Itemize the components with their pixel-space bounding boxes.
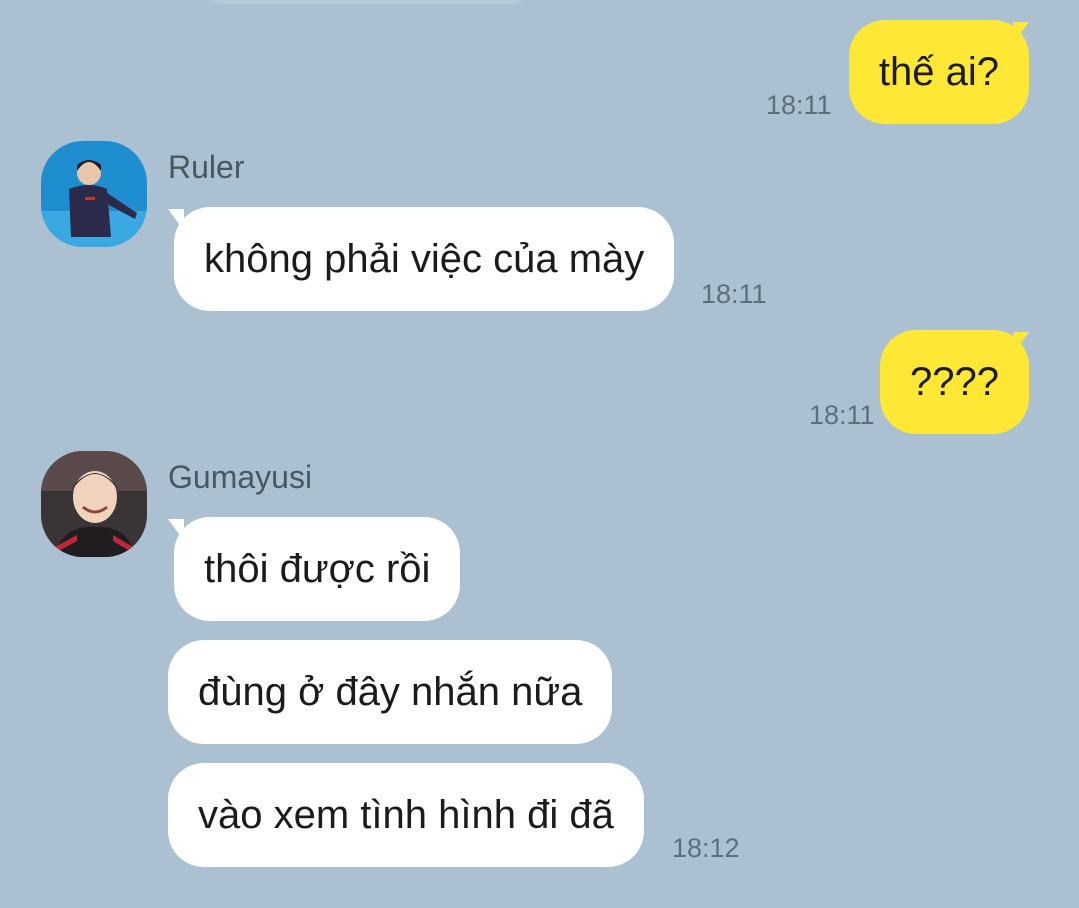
bubble-tail: [1013, 332, 1029, 354]
outgoing-message-bubble[interactable]: ????: [880, 330, 1029, 434]
message-text: thế ai?: [878, 50, 999, 94]
incoming-message-bubble[interactable]: vào xem tình hình đi đã: [168, 763, 644, 867]
bubble-tail: [1013, 22, 1029, 44]
avatar-gumayusi-icon: [41, 451, 147, 557]
message-timestamp: 18:11: [766, 90, 832, 120]
avatar-gumayusi[interactable]: [41, 451, 147, 557]
message-text: không phải việc của mày: [204, 237, 645, 281]
sender-name: Ruler: [168, 149, 245, 185]
message-text: ????: [910, 360, 999, 404]
clipped-message-bubble: [210, 0, 525, 4]
message-timestamp: 18:11: [809, 400, 875, 430]
incoming-message-bubble[interactable]: thôi được rồi: [174, 517, 461, 621]
avatar-ruler-icon: [41, 141, 147, 247]
message-timestamp: 18:11: [701, 279, 767, 309]
chat-message-list[interactable]: thế ai? 18:11 Ruler không phải việc của …: [0, 0, 1079, 908]
sender-name: Gumayusi: [168, 459, 313, 495]
incoming-message-bubble[interactable]: không phải việc của mày: [174, 207, 675, 311]
incoming-message-bubble[interactable]: đùng ở đây nhắn nữa: [168, 640, 613, 744]
message-text: vào xem tình hình đi đã: [198, 793, 614, 837]
outgoing-message-bubble[interactable]: thế ai?: [848, 20, 1029, 124]
avatar-ruler[interactable]: [41, 141, 147, 247]
message-text: đùng ở đây nhắn nữa: [198, 670, 583, 714]
message-timestamp: 18:12: [672, 833, 740, 863]
message-text: thôi được rồi: [204, 547, 431, 591]
